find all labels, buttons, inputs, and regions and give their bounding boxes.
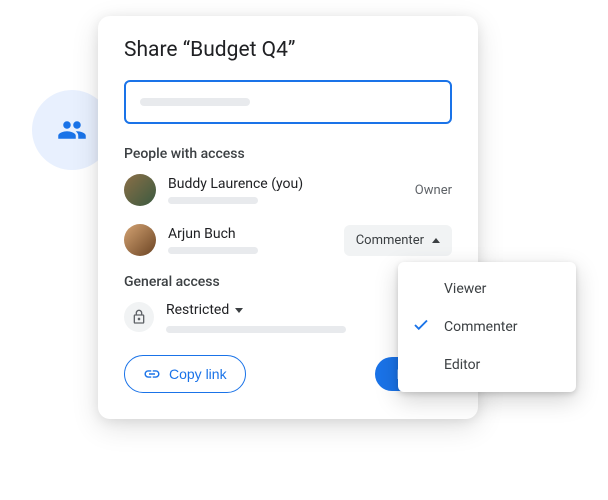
copy-link-button[interactable]: Copy link [124,355,246,393]
people-with-access-label: People with access [124,146,452,162]
role-dropdown-label: Commenter [356,233,424,248]
role-option-commenter[interactable]: Commenter [398,308,576,346]
person-row: Buddy Laurence (you) Owner [124,174,452,206]
person-info: Buddy Laurence (you) [168,176,415,204]
role-menu: Viewer Commenter Editor [398,262,576,392]
role-option-viewer[interactable]: Viewer [398,270,576,308]
person-email-placeholder [168,197,258,204]
people-icon [57,115,87,145]
dialog-title: Share “Budget Q4” [124,38,452,62]
role-owner-label: Owner [415,183,452,198]
role-option-label: Editor [444,357,480,373]
access-mode-label: Restricted [166,302,229,318]
person-name: Buddy Laurence (you) [168,176,415,192]
lock-icon [131,309,147,325]
caret-down-icon [235,308,243,313]
avatar [124,224,156,256]
copy-link-label: Copy link [169,366,227,382]
link-icon [143,365,161,383]
role-option-editor[interactable]: Editor [398,346,576,384]
avatar [124,174,156,206]
lock-badge [124,302,154,332]
role-option-label: Viewer [444,281,486,297]
caret-up-icon [432,238,440,243]
person-info: Arjun Buch [168,226,344,254]
role-dropdown[interactable]: Commenter [344,225,452,256]
access-description-placeholder [166,326,346,333]
add-people-input[interactable] [124,80,452,124]
person-name: Arjun Buch [168,226,344,242]
person-email-placeholder [168,247,258,254]
input-placeholder [140,98,250,106]
role-option-label: Commenter [444,319,518,335]
check-icon [412,316,430,338]
person-row: Arjun Buch Commenter [124,224,452,256]
